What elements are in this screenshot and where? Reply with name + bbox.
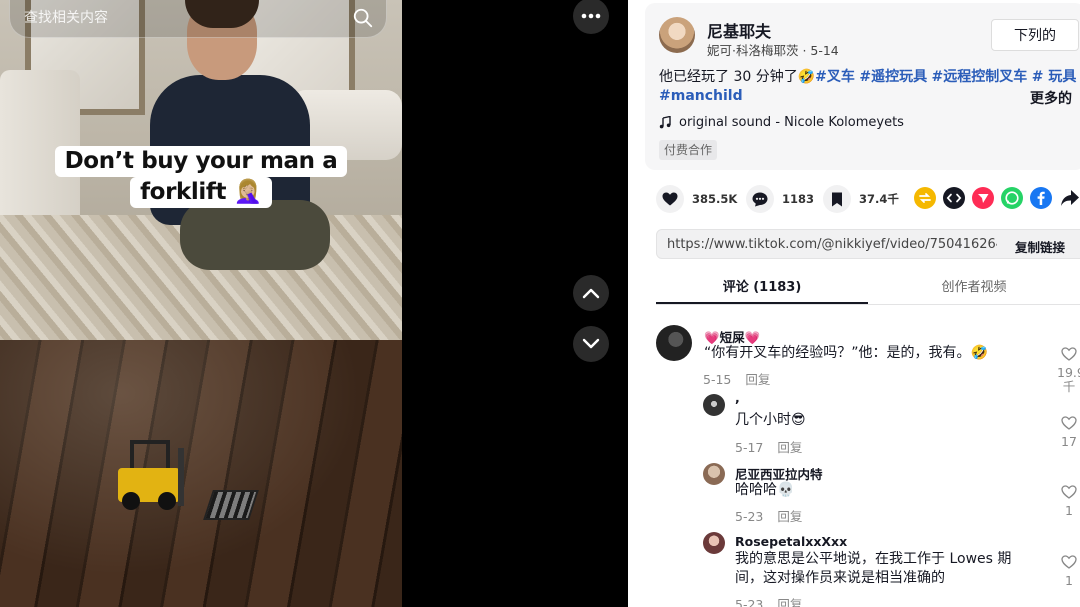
avatar[interactable]: [703, 394, 725, 416]
avatar[interactable]: [656, 325, 692, 361]
description-body: 他已经玩了 30 分钟了🤣: [659, 69, 816, 85]
embed-icon[interactable]: [943, 187, 965, 209]
paid-partnership-badge: 付费合作: [659, 140, 718, 160]
comment-like-button[interactable]: 1: [1057, 555, 1080, 588]
panel-tabs: 评论 (1183) 创作者视频: [656, 270, 1080, 305]
reply-button[interactable]: 回复: [777, 597, 802, 607]
more-options-button[interactable]: [573, 0, 609, 34]
author-avatar[interactable]: [659, 17, 695, 53]
comment-meta: 5-17 回复: [735, 437, 802, 456]
comment-button[interactable]: 1183: [746, 185, 814, 213]
caption-text: Don’t buy your man a: [54, 146, 348, 177]
video-link-url[interactable]: https://www.tiktok.com/@nikkiyef/video/7…: [667, 237, 997, 252]
chevron-down-icon: [582, 338, 600, 349]
comment-reply-item: , 几个小时😎 5-17 回复 17: [656, 390, 1080, 456]
comment-icon: [746, 185, 774, 213]
like-count: 385.5K: [692, 192, 738, 206]
video-player[interactable]: Don’t buy your man a forklift 🤦🏼‍♀️: [0, 0, 402, 607]
comment-like-button[interactable]: 19.9千: [1057, 347, 1080, 394]
hashtag-link[interactable]: #远程控制叉车: [932, 69, 1028, 85]
caption-text: forklift 🤦🏼‍♀️: [130, 177, 272, 208]
comment-text: 哈哈哈💀: [735, 482, 795, 498]
share-arrow-icon[interactable]: [1059, 187, 1080, 209]
reply-button[interactable]: 回复: [777, 509, 802, 524]
comment-text: 几个小时😎: [735, 412, 806, 428]
comment-date: 5-23: [735, 597, 764, 607]
chevron-up-icon: [582, 288, 600, 299]
author-meta: 妮可·科洛梅耶茨 · 5-14: [707, 43, 839, 58]
whatsapp-icon[interactable]: [1001, 187, 1023, 209]
more-dots-icon: [581, 13, 601, 19]
music-note-icon: [659, 116, 671, 129]
comment-item: 💗短屎💗 “你有开叉车的经验吗？”他：是的，我有。🤣 5-15回复 19.9千: [656, 323, 1080, 394]
hashtag-link[interactable]: # 玩具: [1032, 69, 1077, 85]
heart-outline-icon: [1061, 416, 1077, 430]
search-icon[interactable]: [352, 7, 374, 29]
comment-like-count: 1: [1065, 573, 1073, 588]
copy-link-button[interactable]: 复制链接: [1015, 237, 1065, 256]
like-button[interactable]: 385.5K: [656, 185, 737, 213]
video-person-legs: [180, 200, 330, 270]
comment-text: 我的意思是公平地说，在我工作于 Lowes 期间，这对操作员来说是相当准确的: [735, 551, 1012, 586]
follow-button[interactable]: 下列的: [991, 19, 1079, 51]
avatar[interactable]: [703, 532, 725, 554]
search-input[interactable]: [24, 6, 344, 30]
active-tab-indicator: [656, 302, 868, 304]
comment-author[interactable]: ,: [735, 390, 740, 405]
video-controls-strip: [402, 0, 628, 607]
heart-outline-icon: [1061, 347, 1077, 361]
avatar[interactable]: [703, 463, 725, 485]
comment-like-button[interactable]: 17: [1057, 416, 1080, 449]
video-caption-line-2: forklift 🤦🏼‍♀️: [0, 177, 402, 208]
facebook-icon[interactable]: [1030, 187, 1052, 209]
comment-meta: 5-15 回复: [703, 369, 770, 388]
video-caption-line-1: Don’t buy your man a: [0, 146, 402, 177]
sound-name: original sound - Nicole Kolomeyets: [679, 115, 904, 130]
previous-video-button[interactable]: [573, 275, 609, 311]
save-count: 37.4千: [859, 192, 899, 206]
hashtag-link[interactable]: #遥控玩具: [859, 69, 927, 85]
sound-link[interactable]: original sound - Nicole Kolomeyets: [659, 115, 904, 130]
comment-like-button[interactable]: 1: [1057, 485, 1080, 518]
repost-icon[interactable]: [914, 187, 936, 209]
video-link-box: https://www.tiktok.com/@nikkiyef/video/7…: [656, 229, 1080, 259]
comment-date: 5-23: [735, 509, 764, 524]
comment-meta: 5-23 回复: [735, 506, 802, 525]
heart-outline-icon: [1061, 485, 1077, 499]
comment-like-count: 19.9千: [1057, 365, 1080, 394]
hashtag-link[interactable]: #叉车: [815, 69, 855, 85]
author-name[interactable]: 尼基耶夫: [707, 18, 771, 42]
video-description-card: 尼基耶夫 妮可·科洛梅耶茨 · 5-14 下列的 他已经玩了 30 分钟了🤣#叉…: [645, 3, 1080, 170]
comment-date: 5-15: [703, 372, 732, 387]
video-floor-shine: [0, 340, 402, 607]
description-text: 他已经玩了 30 分钟了🤣#叉车 #遥控玩具 #远程控制叉车 # 玩具 #man…: [659, 68, 1080, 106]
send-icon[interactable]: [972, 187, 994, 209]
toy-forklift: [118, 440, 198, 510]
save-button[interactable]: 37.4千: [823, 185, 899, 213]
comment-reply-item: RosepetalxxXxx 我的意思是公平地说，在我工作于 Lowes 期间，…: [656, 531, 1080, 607]
tab-comments[interactable]: 评论 (1183): [656, 276, 868, 295]
comments-panel: 尼基耶夫 妮可·科洛梅耶茨 · 5-14 下列的 他已经玩了 30 分钟了🤣#叉…: [628, 0, 1080, 607]
comment-text: “你有开叉车的经验吗？”他：是的，我有。🤣: [704, 345, 988, 361]
hashtag-link[interactable]: #manchild: [659, 88, 743, 104]
toy-pallet: [203, 490, 259, 520]
search-bar: [9, 0, 387, 38]
comment-like-count: 17: [1061, 434, 1077, 449]
comment-count: 1183: [782, 192, 815, 206]
comment-meta: 5-23 回复: [735, 594, 802, 607]
comment-date: 5-17: [735, 440, 764, 455]
bookmark-icon: [823, 185, 851, 213]
comment-author[interactable]: RosepetalxxXxx: [735, 534, 847, 549]
heart-outline-icon: [1061, 555, 1077, 569]
comment-reply-item: 尼亚西亚拉内特 哈哈哈💀 5-23 回复 1: [656, 461, 1080, 525]
reply-button[interactable]: 回复: [745, 372, 770, 387]
comment-like-count: 1: [1065, 503, 1073, 518]
next-video-button[interactable]: [573, 326, 609, 362]
more-description-link[interactable]: 更多的: [1030, 88, 1072, 108]
heart-icon: [656, 185, 684, 213]
action-row: 385.5K 1183 37.4千: [656, 185, 1080, 215]
reply-button[interactable]: 回复: [777, 440, 802, 455]
tab-creator-videos[interactable]: 创作者视频: [868, 276, 1080, 295]
